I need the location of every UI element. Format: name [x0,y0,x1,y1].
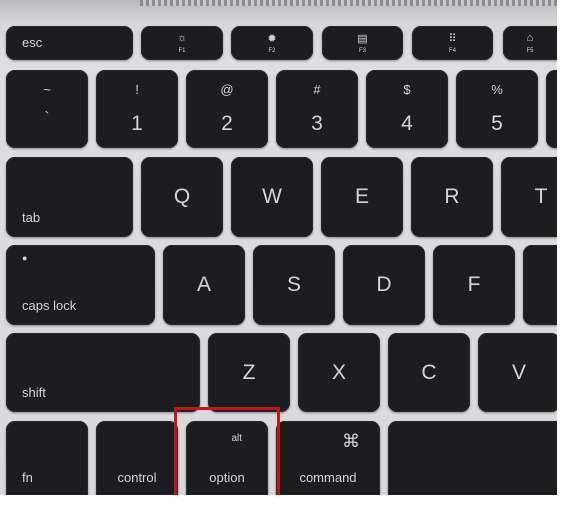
key-label: A [196,273,211,296]
key-2[interactable]: @2 [186,70,268,148]
key-w[interactable]: W [231,157,313,237]
key-caps-lock[interactable]: ● caps lock [6,245,155,325]
key-1[interactable]: ! 1 [96,70,178,148]
key-f2[interactable]: ✹ F2 [231,26,313,60]
key-label-bottom: 2 [221,112,233,135]
key-control[interactable]: control [96,421,178,495]
key-a[interactable]: A [163,245,245,325]
key-label-bottom: 1 [131,112,143,135]
key-label-top: ~ [43,82,51,97]
key-4[interactable]: $4 [366,70,448,148]
key-label: command [299,470,357,485]
key-f5[interactable]: ⌂ F5 [503,26,557,60]
key-6[interactable] [546,70,557,148]
key-c[interactable]: C [388,333,470,412]
launchpad-icon: ⠿ [448,33,457,45]
key-label: R [444,185,460,208]
key-command[interactable]: ⌘ command [276,421,380,495]
keyboard-light-icon: ⌂ [526,32,534,44]
key-label-top: ! [135,82,139,97]
key-x[interactable]: X [298,333,380,412]
key-label: fn [22,470,33,485]
key-f3[interactable]: ▤ F3 [322,26,403,60]
caps-indicator-icon: ● [22,253,28,263]
key-label: F3 [358,48,366,54]
key-label: E [354,185,369,208]
key-space[interactable] [388,421,557,495]
key-label: F1 [178,48,186,54]
key-z[interactable]: Z [208,333,290,412]
key-label-top: @ [220,82,234,97]
brightness-up-icon: ✹ [267,33,277,45]
key-label: W [262,185,282,208]
key-5[interactable]: % 5 [456,70,538,148]
keyboard-deck: esc ☼ F1 ✹ F2 ▤ F3 ⠿ F4 ⌂ F5 ~ ` ! 1 @2 #3 $4 %… [0,0,557,495]
key-label: S [286,273,301,296]
key-label: F [467,273,481,296]
keyboard-photo: esc ☼ F1 ✹ F2 ▤ F3 ⠿ F4 ⌂ F5 ~ ` ! 1 @2 #3 $4 %… [0,0,582,517]
key-f1[interactable]: ☼ F1 [141,26,223,60]
brightness-down-icon: ☼ [176,32,188,44]
key-tilde[interactable]: ~ ` [6,70,88,148]
key-d[interactable]: D [343,245,425,325]
speaker-grille [140,0,557,6]
key-label: caps lock [22,298,77,313]
key-r[interactable]: R [411,157,493,237]
key-label: Z [242,360,256,384]
key-label-bottom: 4 [401,112,413,135]
key-t[interactable]: T [501,157,557,237]
key-label: C [421,360,437,384]
key-fn[interactable]: fn [6,421,88,495]
key-label-top: $ [403,82,411,97]
key-label: D [376,273,392,296]
key-3[interactable]: #3 [276,70,358,148]
key-v[interactable]: V [478,333,557,412]
command-icon: ⌘ [342,431,360,451]
key-label: Q [173,185,191,208]
key-e[interactable]: E [321,157,403,237]
key-shift[interactable]: shift [6,333,200,412]
key-g[interactable] [523,245,557,325]
key-label-bottom: ` [44,109,50,126]
key-label-top: # [313,82,321,97]
key-label: F5 [526,48,534,54]
key-label: X [331,360,346,384]
key-label-top: % [491,82,503,97]
key-label: tab [22,210,41,225]
key-label: V [511,360,526,384]
key-esc[interactable]: esc [6,26,133,60]
key-f4[interactable]: ⠿ F4 [412,26,493,60]
key-f[interactable]: F [433,245,515,325]
key-label: esc [22,35,43,50]
key-label: shift [22,385,46,400]
highlight-box [174,407,280,495]
key-label: control [117,470,157,485]
key-label: F4 [448,48,456,54]
key-label-bottom: 3 [311,112,323,135]
key-label-bottom: 5 [491,112,503,135]
key-q[interactable]: Q [141,157,223,237]
key-label: F2 [268,48,276,54]
key-tab[interactable]: tab [6,157,133,237]
mission-control-icon: ▤ [357,33,368,45]
key-label: T [534,185,548,208]
key-s[interactable]: S [253,245,335,325]
